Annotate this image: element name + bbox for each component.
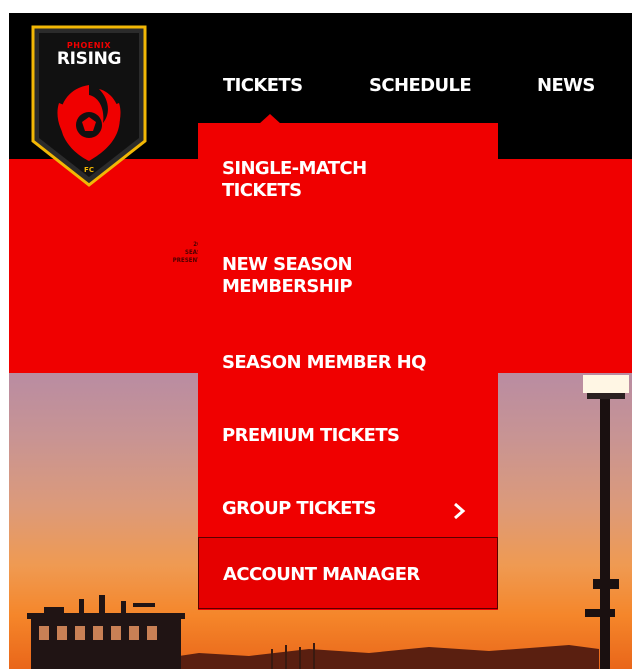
- promo-line: 20: [159, 241, 201, 249]
- press-box: [31, 619, 181, 669]
- phoenix-rising-logo[interactable]: PHOENIX RISING FC: [29, 23, 149, 189]
- light-pole: [600, 393, 610, 669]
- nav-schedule[interactable]: SCHEDULE: [369, 75, 472, 96]
- promo-line: SEAS: [184, 249, 201, 256]
- menu-item-account-manager[interactable]: ACCOUNT MANAGER: [198, 537, 498, 609]
- menu-item-label: MEMBERSHIP: [222, 276, 353, 297]
- menu-item-season-member-hq[interactable]: SEASON MEMBER HQ: [198, 352, 498, 374]
- menu-item-label: NEW SEASON: [222, 254, 353, 275]
- menu-item-single-match-tickets[interactable]: SINGLE-MATCH TICKETS: [198, 158, 498, 202]
- nav-tickets[interactable]: TICKETS: [223, 75, 303, 96]
- logo-line3: FC: [84, 166, 94, 174]
- menu-item-new-season-membership[interactable]: NEW SEASON MEMBERSHIP: [198, 254, 498, 298]
- page-frame: 20 SEAS PRESENT PHOENIX RISING FC TICKET…: [9, 13, 632, 669]
- promo-line: PRESENT: [172, 257, 201, 264]
- stadium-lights: [583, 375, 629, 393]
- menu-item-label: TICKETS: [222, 180, 302, 201]
- logo-line2: RISING: [56, 49, 122, 69]
- menu-item-premium-tickets[interactable]: PREMIUM TICKETS: [198, 425, 498, 447]
- chevron-right-icon[interactable]: [452, 503, 466, 519]
- nav-news[interactable]: NEWS: [537, 75, 595, 96]
- promo-text: 20 SEAS PRESENT: [159, 241, 201, 265]
- menu-item-label: SINGLE-MATCH: [222, 158, 367, 179]
